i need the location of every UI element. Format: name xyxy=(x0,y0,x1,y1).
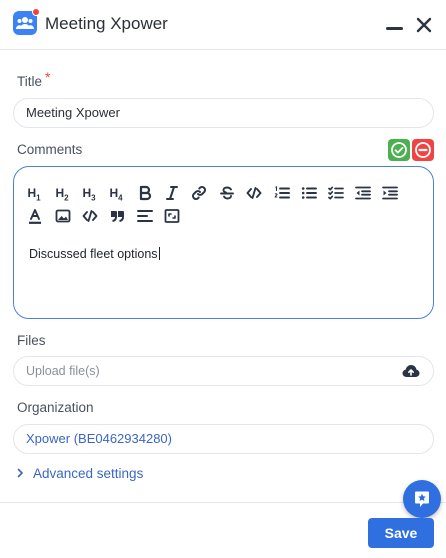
italic-button[interactable] xyxy=(162,183,182,203)
bullet-list-button[interactable] xyxy=(299,183,319,203)
heading2-button[interactable]: H2 xyxy=(52,183,72,203)
link-icon xyxy=(192,186,206,200)
minimize-button[interactable] xyxy=(386,13,404,35)
italic-icon xyxy=(166,186,178,200)
image-button[interactable] xyxy=(53,206,73,226)
bullet-list-icon xyxy=(301,187,317,199)
organization-field[interactable]: Xpower (BE0462934280) xyxy=(13,424,434,454)
check-icon xyxy=(391,142,407,158)
notification-dot xyxy=(32,8,40,16)
dialog-title: Meeting Xpower xyxy=(45,14,168,33)
required-asterisk: * xyxy=(45,69,51,85)
outdent-button[interactable] xyxy=(353,183,373,203)
cloud-upload-icon[interactable] xyxy=(402,364,420,378)
outdent-icon xyxy=(355,186,371,200)
dialog-header: Meeting Xpower xyxy=(0,0,446,50)
task-list-button[interactable] xyxy=(326,183,346,203)
code-button[interactable] xyxy=(244,183,264,203)
text-color-icon xyxy=(29,209,41,224)
align-left-button[interactable] xyxy=(135,206,155,226)
align-left-icon xyxy=(137,210,153,222)
organization-label: Organization xyxy=(17,400,94,415)
quote-icon xyxy=(111,211,124,222)
bold-icon xyxy=(139,185,152,201)
save-button[interactable]: Save xyxy=(368,518,434,548)
files-label: Files xyxy=(17,333,46,348)
link-button[interactable] xyxy=(189,183,209,203)
accept-button[interactable] xyxy=(388,139,410,161)
minus-circle-icon xyxy=(415,142,431,158)
fullscreen-icon xyxy=(164,209,180,223)
feedback-button[interactable] xyxy=(403,480,441,518)
close-icon xyxy=(416,17,432,33)
ordered-list-button[interactable] xyxy=(272,183,292,203)
heading3-button[interactable]: H3 xyxy=(79,183,99,203)
code-icon xyxy=(246,187,262,199)
task-list-icon xyxy=(328,186,344,200)
comments-label: Comments xyxy=(17,142,83,157)
image-icon xyxy=(55,209,71,223)
bold-button[interactable] xyxy=(135,183,155,203)
title-input[interactable]: Meeting Xpower xyxy=(13,98,434,128)
heading4-button[interactable]: H4 xyxy=(106,183,126,203)
file-upload-placeholder: Upload file(s) xyxy=(26,364,100,378)
ordered-list-icon xyxy=(274,185,290,199)
file-upload-field[interactable]: Upload file(s) xyxy=(13,356,434,386)
code-block-icon xyxy=(82,210,98,222)
indent-icon xyxy=(382,186,398,200)
quote-button[interactable] xyxy=(107,206,127,226)
strikethrough-icon xyxy=(220,186,234,200)
comments-editor[interactable]: H1 H2 H3 H4 Discussed fleet options xyxy=(13,166,434,319)
heading1-button[interactable]: H1 xyxy=(24,183,44,203)
footer-divider xyxy=(0,502,446,503)
title-label: Title * xyxy=(17,69,51,89)
text-color-button[interactable] xyxy=(25,206,45,226)
people-icon xyxy=(13,8,40,35)
chevron-right-icon xyxy=(17,468,23,478)
code-block-button[interactable] xyxy=(80,206,100,226)
advanced-settings-label: Advanced settings xyxy=(33,466,144,481)
advanced-settings-toggle[interactable]: Advanced settings xyxy=(17,466,143,481)
feedback-icon xyxy=(415,491,429,507)
reject-button[interactable] xyxy=(412,139,434,161)
comments-toggle-group xyxy=(388,139,434,161)
close-button[interactable] xyxy=(414,13,434,35)
text-caret xyxy=(158,247,160,260)
fullscreen-button[interactable] xyxy=(162,206,182,226)
comment-text[interactable]: Discussed fleet options xyxy=(29,247,160,261)
strikethrough-button[interactable] xyxy=(217,183,237,203)
indent-button[interactable] xyxy=(380,183,400,203)
